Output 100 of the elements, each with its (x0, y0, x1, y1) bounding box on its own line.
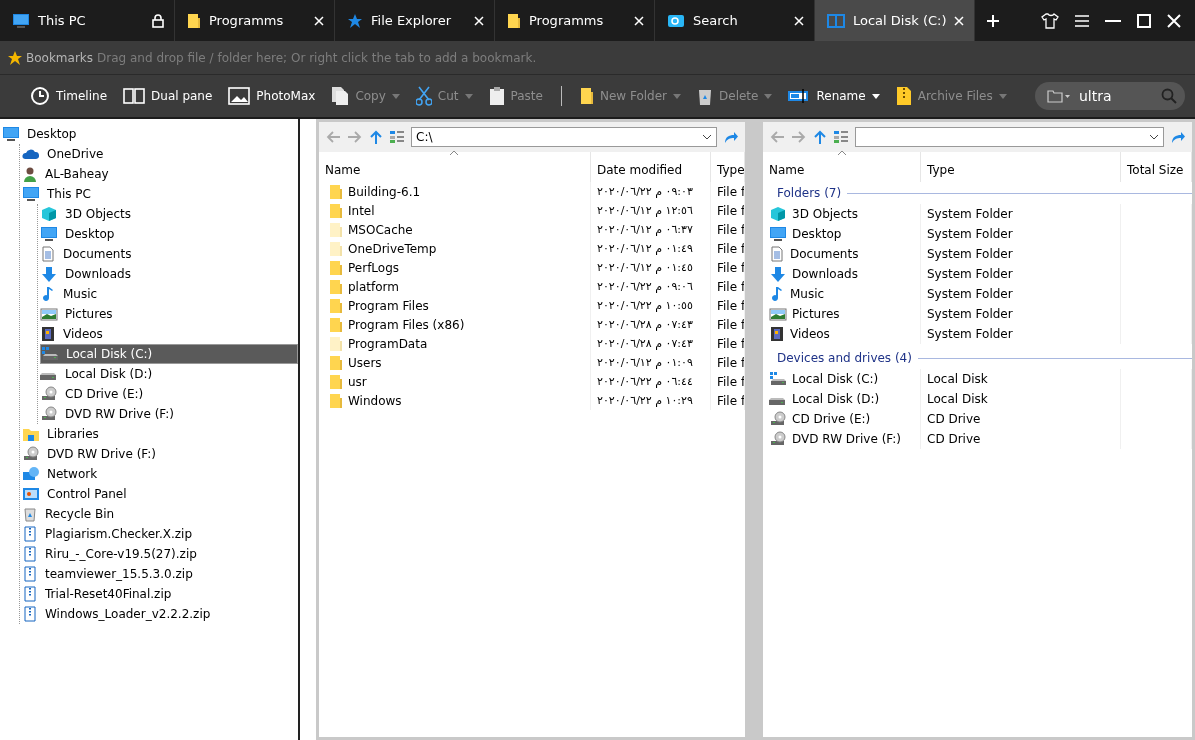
film-icon (40, 326, 56, 342)
column-header[interactable]: Name (763, 152, 921, 182)
folder-icon (329, 316, 343, 333)
tree-item[interactable]: Downloads (40, 264, 298, 284)
plus-icon[interactable] (987, 14, 999, 27)
file-name[interactable]: MSOCache (319, 220, 591, 239)
item-name[interactable]: DVD RW Drive (F:) (763, 429, 921, 449)
address-field[interactable]: C:\ (411, 127, 717, 147)
toolbar-button[interactable]: PhotoMax (222, 82, 322, 110)
back-arrow-icon[interactable] (325, 130, 341, 144)
tree-item[interactable]: Music (40, 284, 298, 304)
group-header[interactable]: Devices and drives (4) (777, 351, 912, 365)
view-options-icon[interactable] (389, 130, 405, 144)
disc-drive-icon (769, 411, 787, 427)
forward-arrow-icon[interactable] (791, 130, 807, 144)
go-arrow-icon[interactable] (1170, 130, 1186, 144)
chevron-down-icon[interactable] (1149, 134, 1159, 140)
clock-icon (30, 86, 50, 106)
file-name[interactable]: Users (319, 353, 591, 372)
tree-item[interactable]: Trial-Reset40Final.zip (22, 584, 298, 604)
view-options-icon[interactable] (833, 130, 849, 144)
tree-item[interactable]: This PC (22, 184, 298, 204)
type-cell: CD Drive (921, 409, 1121, 429)
tree-item[interactable]: Network (22, 464, 298, 484)
star-icon (8, 50, 22, 65)
item-name[interactable]: Music (763, 284, 921, 304)
maximize-icon[interactable] (1137, 13, 1151, 28)
item-name[interactable]: 3D Objects (763, 204, 921, 224)
search-field[interactable]: ultra (1035, 82, 1185, 110)
date-cell: ٢٠٢٠/٠٦/٢٢ م ١٠:٢٩ (591, 391, 711, 410)
menu-icon[interactable] (1075, 14, 1089, 27)
tree-item[interactable]: Windows_Loader_v2.2.2.zip (22, 604, 298, 624)
tree-item[interactable]: Local Disk (C:) (40, 344, 298, 364)
file-name[interactable]: Intel (319, 201, 591, 220)
column-header[interactable]: Type (921, 152, 1121, 182)
tree-item[interactable]: Libraries (22, 424, 298, 444)
caret-icon (673, 93, 681, 99)
folder-icon (329, 354, 343, 371)
column-header[interactable]: Date modified (591, 152, 711, 182)
item-name[interactable]: Pictures (763, 304, 921, 324)
close-icon[interactable] (794, 15, 804, 26)
close-icon[interactable] (954, 15, 965, 26)
tree-item[interactable]: Documents (40, 244, 298, 264)
file-name[interactable]: platform (319, 277, 591, 296)
file-name[interactable]: Windows (319, 391, 591, 410)
go-arrow-icon[interactable] (723, 130, 739, 144)
tree-item[interactable]: Recycle Bin (22, 504, 298, 524)
column-header[interactable]: Total Size (1121, 152, 1192, 182)
close-icon[interactable] (314, 15, 324, 26)
item-name[interactable]: CD Drive (E:) (763, 409, 921, 429)
minimize-icon[interactable] (1105, 18, 1121, 23)
item-name[interactable]: Local Disk (C:) (763, 369, 921, 389)
file-name[interactable]: OneDriveTemp (319, 239, 591, 258)
tree-item[interactable]: Videos (40, 324, 298, 344)
tree-item[interactable]: CD Drive (E:) (40, 384, 298, 404)
tree-item[interactable]: AL-Baheay (22, 164, 298, 184)
up-arrow-icon[interactable] (369, 129, 383, 145)
tree-item[interactable]: Riru_-_Core-v19.5(27).zip (22, 544, 298, 564)
column-header[interactable]: Name (319, 152, 591, 182)
item-name[interactable]: Videos (763, 324, 921, 344)
file-name[interactable]: PerfLogs (319, 258, 591, 277)
column-header[interactable]: Type (711, 152, 745, 182)
tree-item[interactable]: Desktop (40, 224, 298, 244)
tree-item[interactable]: Desktop (2, 124, 298, 144)
file-name[interactable]: Program Files (319, 296, 591, 315)
tree-item[interactable]: Plagiarism.Checker.X.zip (22, 524, 298, 544)
tab[interactable]: Local Disk (C:) (815, 0, 975, 41)
music-note-icon (40, 286, 56, 302)
address-field[interactable] (855, 127, 1164, 147)
toolbar-button[interactable]: Rename (782, 82, 886, 110)
tree-item[interactable]: DVD RW Drive (F:) (22, 444, 298, 464)
close-icon[interactable] (474, 15, 484, 26)
close-icon[interactable] (634, 15, 644, 26)
item-name[interactable]: Desktop (763, 224, 921, 244)
file-name[interactable]: ProgramData (319, 334, 591, 353)
forward-arrow-icon[interactable] (347, 130, 363, 144)
tree-item[interactable]: Local Disk (D:) (40, 364, 298, 384)
item-name[interactable]: Documents (763, 244, 921, 264)
group-header[interactable]: Folders (7) (777, 186, 842, 200)
type-cell: System Folder (921, 244, 1121, 264)
up-arrow-icon[interactable] (813, 129, 827, 145)
file-name[interactable]: Program Files (x86) (319, 315, 591, 334)
toolbar-button[interactable]: Dual pane (117, 83, 219, 109)
tree-item[interactable]: OneDrive (22, 144, 298, 164)
type-cell: System Folder (921, 204, 1121, 224)
tree-item[interactable]: Control Panel (22, 484, 298, 504)
back-arrow-icon[interactable] (769, 130, 785, 144)
toolbar-button[interactable]: Timeline (24, 82, 114, 110)
file-name[interactable]: Building-6.1 (319, 182, 591, 201)
shirt-icon[interactable] (1041, 12, 1059, 29)
tree-item[interactable]: 3D Objects (40, 204, 298, 224)
file-name[interactable]: usr (319, 372, 591, 391)
folder-outline-icon[interactable] (1047, 89, 1071, 103)
tree-item[interactable]: Pictures (40, 304, 298, 324)
item-name[interactable]: Downloads (763, 264, 921, 284)
tree-item[interactable]: DVD RW Drive (F:) (40, 404, 298, 424)
item-name[interactable]: Local Disk (D:) (763, 389, 921, 409)
close-icon[interactable] (1167, 13, 1181, 28)
tree-item[interactable]: teamviewer_15.5.3.0.zip (22, 564, 298, 584)
chevron-down-icon[interactable] (702, 134, 712, 140)
